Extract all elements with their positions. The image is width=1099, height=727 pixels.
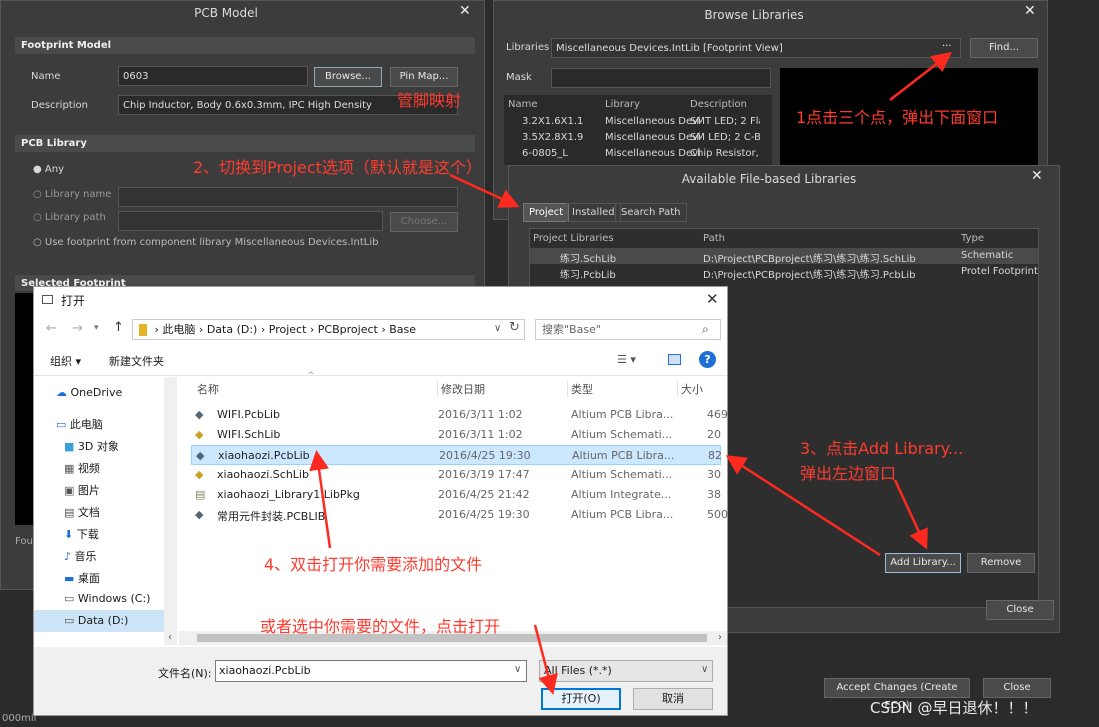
arrow: [449, 173, 520, 208]
watermark: CSDN @早日退休！！！: [870, 699, 1038, 717]
annotation-arrows: [309, 51, 952, 695]
arrow: [893, 479, 928, 550]
arrow: [533, 624, 558, 695]
arrow: [725, 455, 881, 557]
arrow: [889, 51, 952, 101]
arrow: [309, 450, 332, 549]
